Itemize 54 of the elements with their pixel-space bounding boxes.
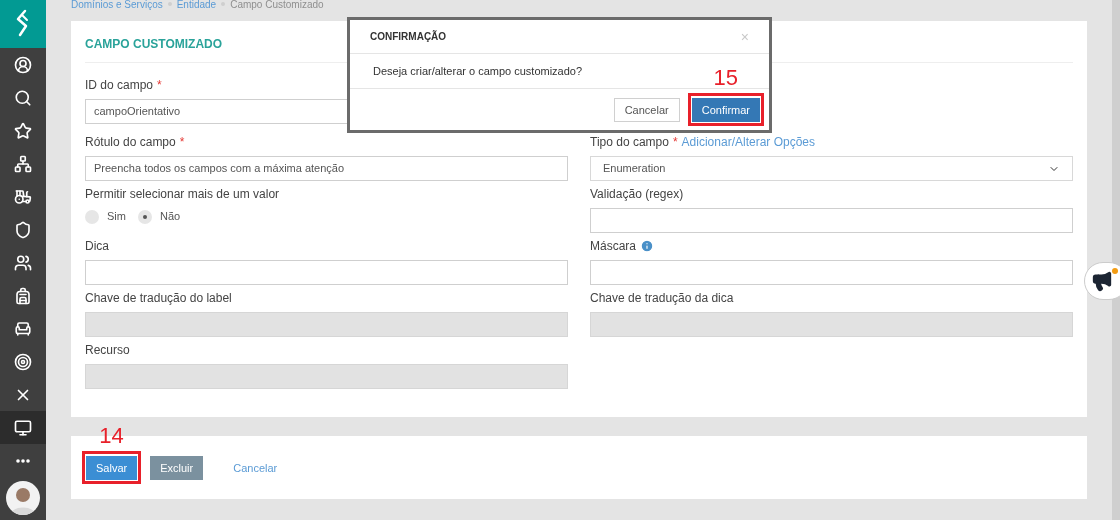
avatar[interactable] bbox=[6, 481, 40, 515]
dialog-button[interactable]: Cancelar bbox=[613, 98, 680, 123]
dialog-button[interactable]: Confirmar bbox=[691, 98, 760, 123]
form-title: CAMPO CUSTOMIZADO bbox=[85, 36, 223, 51]
field-label: Validação (regex) bbox=[590, 186, 684, 203]
monitor-icon bbox=[14, 418, 32, 437]
breadcrumb-link[interactable]: Campo Customizado bbox=[230, 0, 324, 10]
sidebar-item[interactable] bbox=[0, 411, 46, 444]
field-label: Chave de tradução da dica bbox=[590, 290, 734, 307]
field-label: Dica bbox=[85, 238, 109, 255]
field-label: Máscara bbox=[590, 238, 636, 255]
radio-label: Não bbox=[159, 209, 181, 225]
breadcrumb-link[interactable]: Domínios e Serviços bbox=[71, 0, 163, 10]
text-field[interactable] bbox=[590, 260, 1073, 285]
radio-label: Sim bbox=[107, 209, 126, 225]
radio-button[interactable] bbox=[85, 209, 99, 224]
text-field[interactable] bbox=[85, 260, 568, 285]
action-button[interactable]: Excluir bbox=[150, 456, 204, 481]
tractor-icon bbox=[14, 187, 32, 206]
field-label: Permitir selecionar mais de um valor bbox=[85, 186, 280, 203]
chair-icon bbox=[14, 319, 32, 338]
type-select[interactable]: Enumeration bbox=[590, 156, 1073, 181]
shield-icon bbox=[14, 220, 32, 239]
feedback-button[interactable] bbox=[1084, 262, 1120, 300]
field-label: ID do campo bbox=[85, 77, 154, 94]
backpack-icon bbox=[14, 286, 32, 305]
field-label: Recurso bbox=[85, 342, 130, 359]
dialog-message: Deseja criar/alterar o campo customizado? bbox=[373, 63, 583, 79]
group-icon bbox=[14, 253, 32, 272]
required-mark: * bbox=[157, 77, 162, 94]
options-link[interactable]: Adicionar/Alterar Opções bbox=[681, 133, 815, 151]
search-icon bbox=[14, 88, 32, 107]
close-button[interactable]: × bbox=[740, 29, 749, 44]
info-icon[interactable] bbox=[640, 239, 654, 253]
breadcrumb-link[interactable]: Entidade bbox=[176, 0, 217, 10]
required-mark: * bbox=[179, 134, 185, 151]
required-mark: * bbox=[672, 134, 678, 151]
text-field[interactable]: Preencha todos os campos com a máxima atenção bbox=[85, 156, 568, 181]
action-button[interactable]: Salvar bbox=[86, 456, 138, 481]
network-icon bbox=[14, 154, 32, 173]
step-number: 14 bbox=[99, 423, 124, 448]
star-icon bbox=[14, 121, 32, 140]
megaphone-icon bbox=[1091, 270, 1113, 292]
radio-button[interactable] bbox=[137, 209, 152, 224]
text-field[interactable] bbox=[590, 208, 1073, 233]
field-label: Tipo do campo bbox=[590, 134, 669, 151]
field-label: Chave de tradução do label bbox=[85, 290, 232, 307]
step-number: 15 bbox=[713, 65, 739, 90]
target-icon bbox=[14, 352, 32, 371]
more-icon bbox=[16, 458, 30, 463]
dialog-title: CONFIRMAÇÃO bbox=[370, 29, 447, 44]
cancel-link[interactable]: Cancelar bbox=[223, 456, 288, 481]
user-icon bbox=[14, 55, 32, 74]
field-label: Rótulo do campo bbox=[85, 134, 176, 151]
